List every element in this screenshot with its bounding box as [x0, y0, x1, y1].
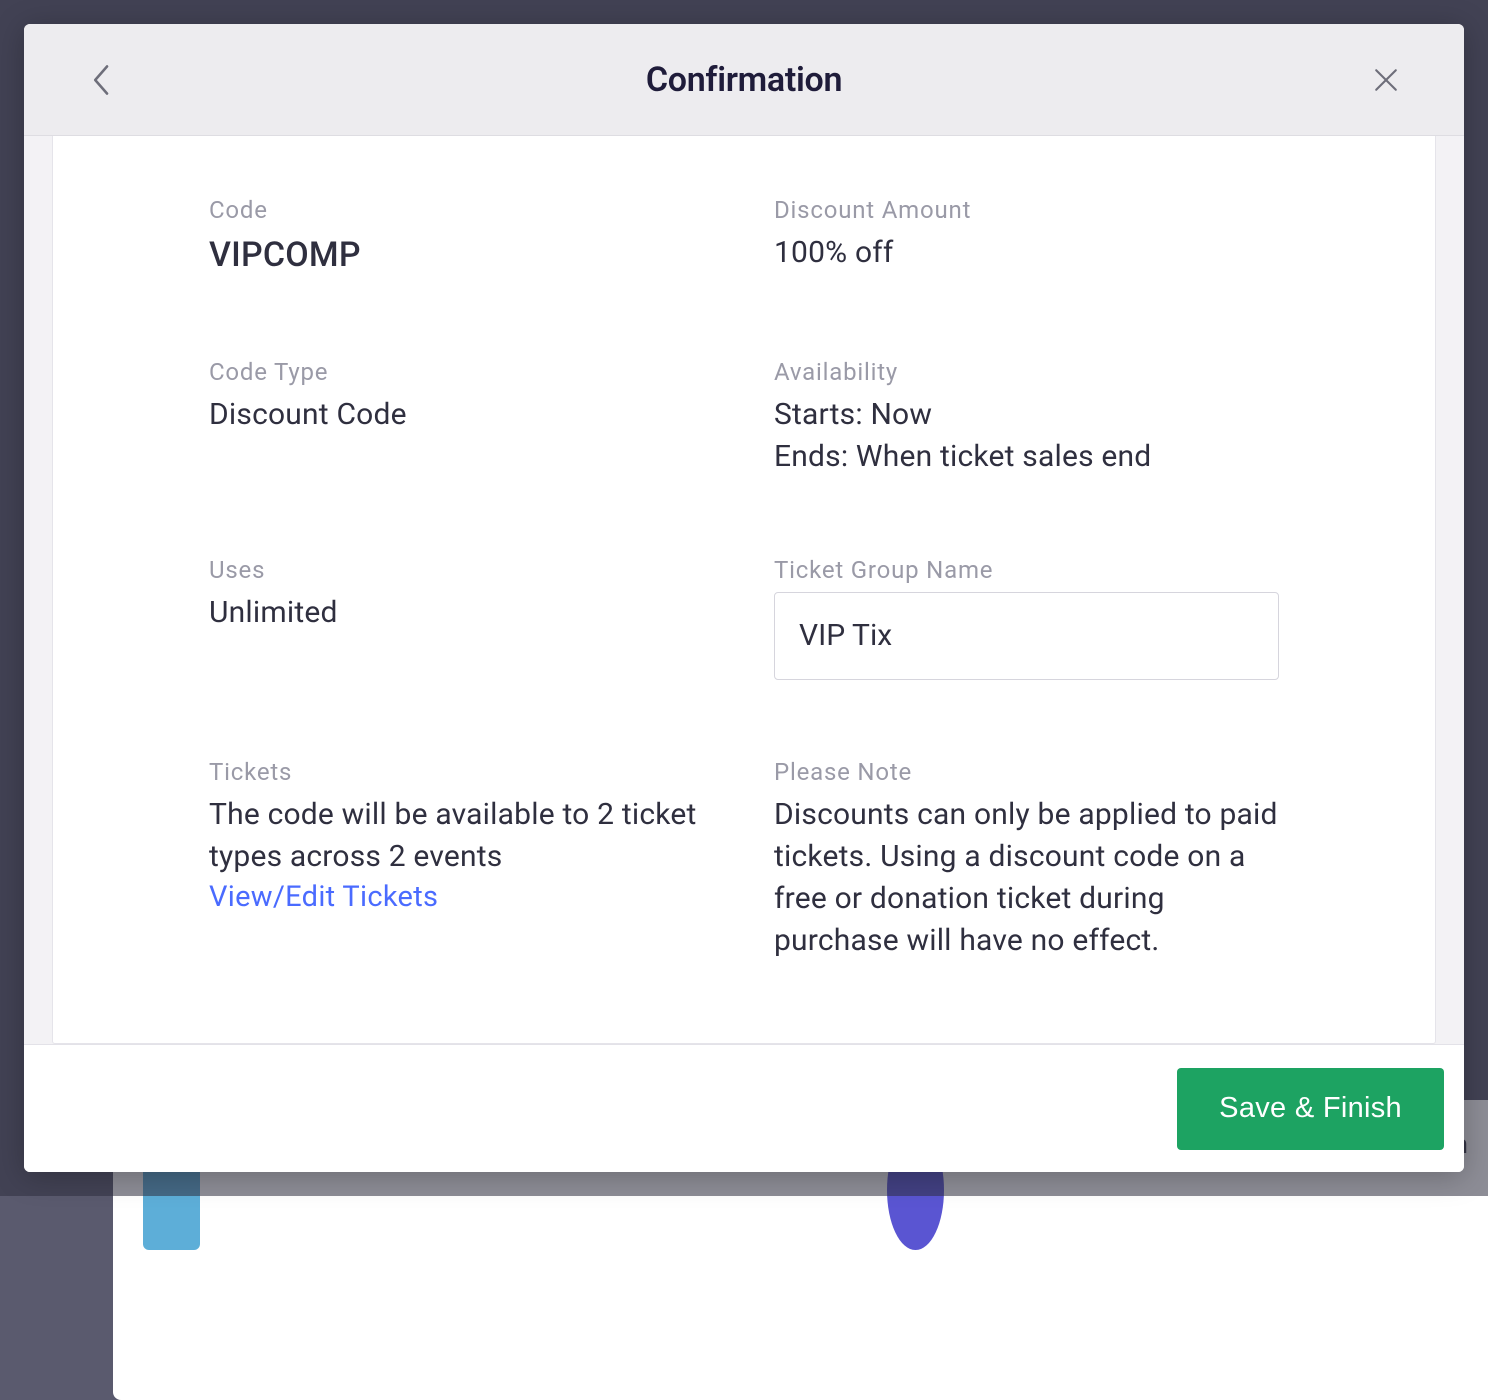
field-discount-amount: Discount Amount 100% off	[774, 196, 1279, 280]
modal-title: Confirmation	[646, 60, 842, 100]
chevron-left-icon	[91, 63, 113, 97]
field-label: Please Note	[774, 758, 1279, 786]
save-finish-button[interactable]: Save & Finish	[1177, 1068, 1444, 1150]
field-code-type: Code Type Discount Code	[209, 358, 714, 478]
field-uses: Uses Unlimited	[209, 556, 714, 680]
availability-starts: Starts: Now	[774, 394, 1279, 436]
modal-header: Confirmation	[24, 24, 1464, 136]
field-value: The code will be available to 2 ticket t…	[209, 794, 714, 878]
summary-card: Code VIPCOMP Discount Amount 100% off Co…	[52, 136, 1436, 1044]
ticket-group-name-input[interactable]	[774, 592, 1279, 680]
field-label: Code Type	[209, 358, 714, 386]
view-edit-tickets-link[interactable]: View/Edit Tickets	[209, 880, 438, 914]
field-value: Unlimited	[209, 592, 714, 634]
field-value: VIPCOMP	[209, 232, 714, 280]
field-label: Ticket Group Name	[774, 556, 1279, 584]
close-button[interactable]	[1364, 58, 1408, 102]
field-value: Discount Code	[209, 394, 714, 436]
field-label: Availability	[774, 358, 1279, 386]
confirmation-modal: Confirmation Code VIPCOMP Discount Amoun…	[24, 24, 1464, 1172]
back-button[interactable]	[80, 58, 124, 102]
field-code: Code VIPCOMP	[209, 196, 714, 280]
field-label: Discount Amount	[774, 196, 1279, 224]
close-icon	[1372, 66, 1400, 94]
field-label: Code	[209, 196, 714, 224]
field-value: 100% off	[774, 232, 1279, 274]
field-value: Discounts can only be applied to paid ti…	[774, 794, 1279, 962]
field-label: Tickets	[209, 758, 714, 786]
modal-footer: Save & Finish	[24, 1044, 1464, 1172]
field-tickets: Tickets The code will be available to 2 …	[209, 758, 714, 962]
field-ticket-group-name: Ticket Group Name	[774, 556, 1279, 680]
field-please-note: Please Note Discounts can only be applie…	[774, 758, 1279, 962]
field-label: Uses	[209, 556, 714, 584]
field-availability: Availability Starts: Now Ends: When tick…	[774, 358, 1279, 478]
modal-body: Code VIPCOMP Discount Amount 100% off Co…	[24, 136, 1464, 1044]
availability-ends: Ends: When ticket sales end	[774, 436, 1279, 478]
